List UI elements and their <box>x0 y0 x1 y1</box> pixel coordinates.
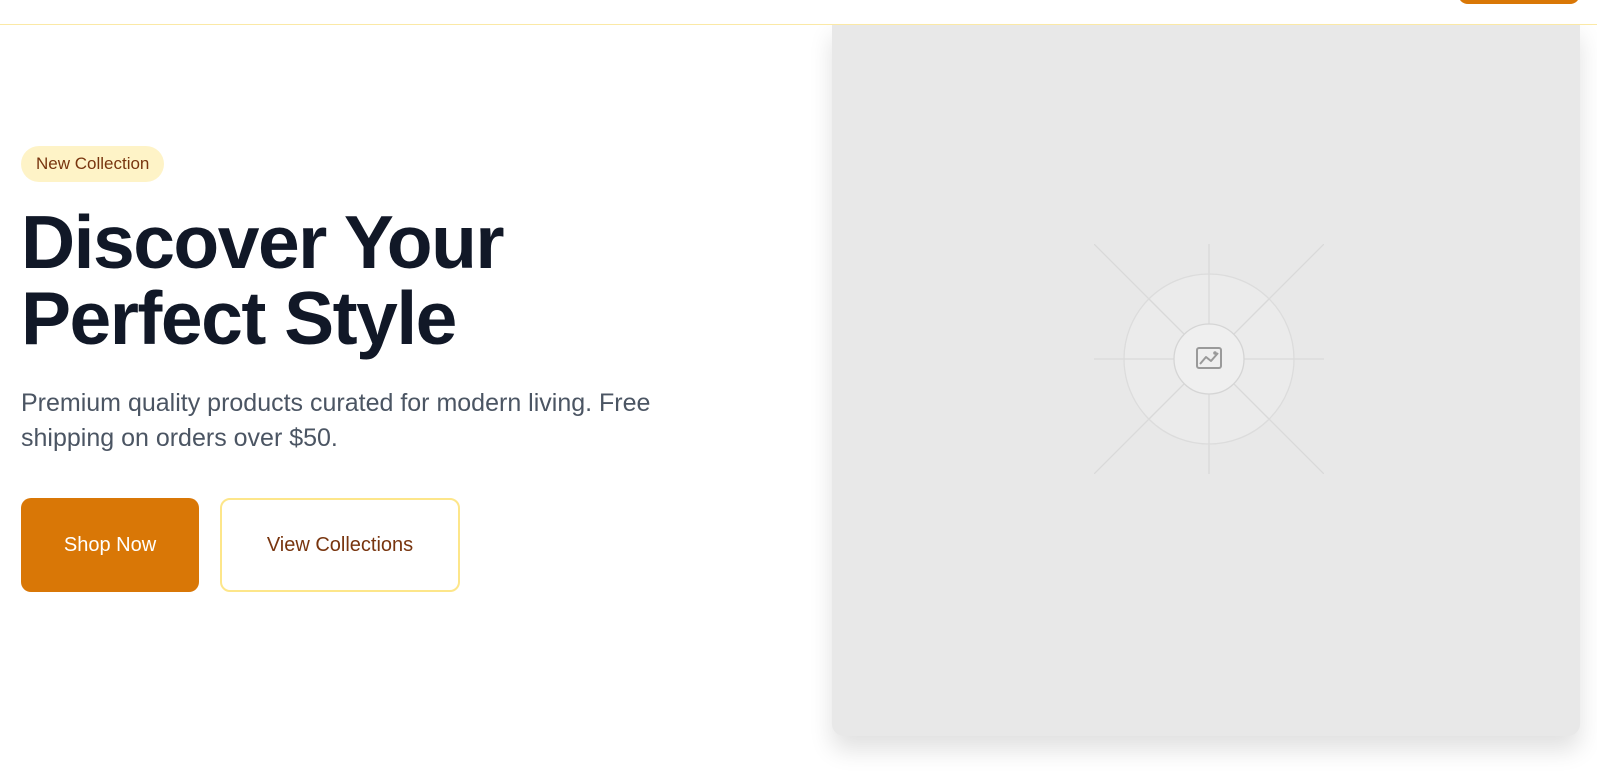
shop-now-button[interactable]: Shop Now <box>21 498 199 592</box>
top-navigation-bar <box>0 0 1597 25</box>
hero-subtitle: Premium quality products curated for mod… <box>21 389 651 452</box>
hero-title-line-2: Perfect Style <box>21 276 457 360</box>
image-placeholder-graphic <box>1094 244 1324 474</box>
hero-title: Discover Your Perfect Style <box>21 204 781 356</box>
hero-actions: Shop Now View Collections <box>21 498 781 592</box>
new-collection-badge: New Collection <box>21 146 165 182</box>
view-collections-button[interactable]: View Collections <box>220 498 460 592</box>
hero-content: New Collection Discover Your Perfect Sty… <box>21 146 781 592</box>
hero-image-placeholder <box>832 22 1580 736</box>
header-cta-button[interactable] <box>1458 0 1580 4</box>
hero-title-line-1: Discover Your <box>21 200 505 284</box>
